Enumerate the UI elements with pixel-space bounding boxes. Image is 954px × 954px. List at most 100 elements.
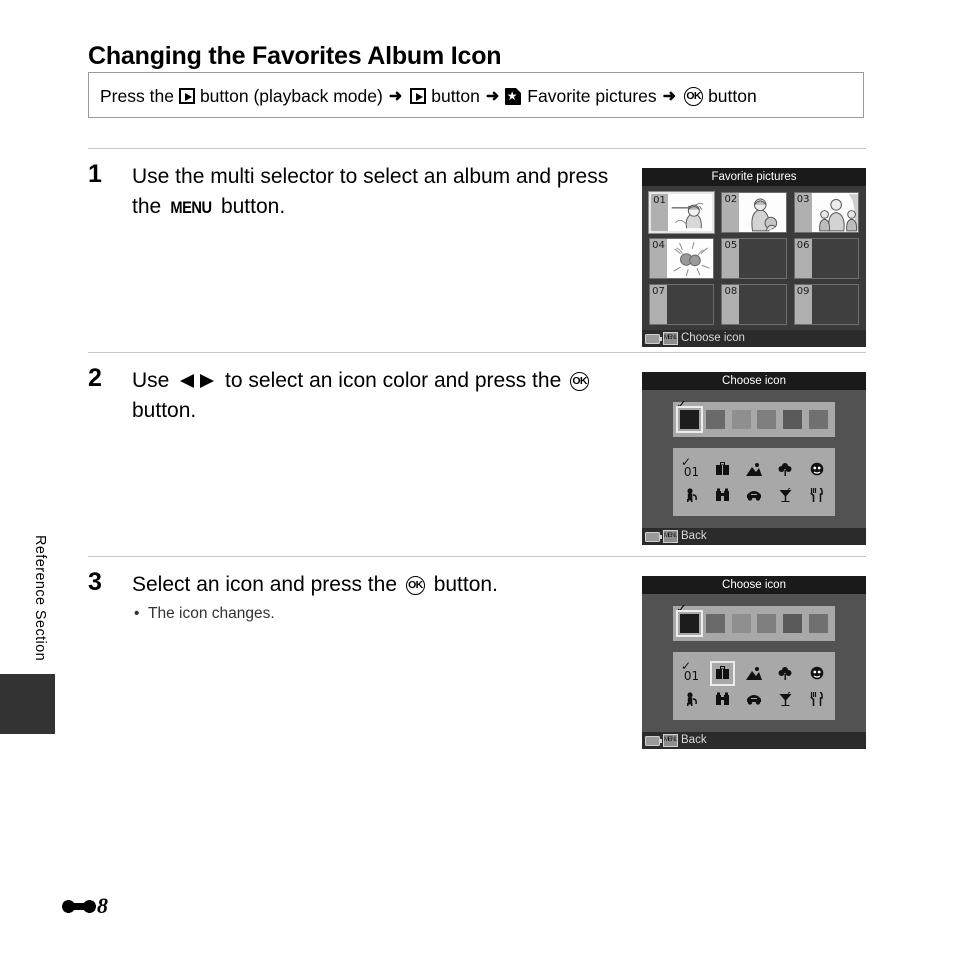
album-thumbnail [668,194,713,231]
face-glyph [810,462,823,476]
color-swatch-light-gray[interactable] [731,614,751,633]
album-number: 03 [794,193,812,232]
album-cell-07[interactable]: 07 [649,284,715,325]
color-swatch-charcoal[interactable] [783,614,803,633]
step-3-number: 3 [88,568,102,596]
step-1-number: 1 [88,160,102,188]
album-thumbnail-empty [739,239,786,278]
album-cell-05[interactable]: 05 [721,238,787,279]
binoculars-glyph [716,488,730,501]
binoculars-icon[interactable] [710,688,735,711]
album-cell-03[interactable]: 03 [793,192,859,233]
menu-badge-icon: MENU [663,734,678,747]
album-cell-08[interactable]: 08 [721,284,787,325]
album-number: 04 [650,239,667,278]
dining-icon[interactable] [804,688,829,711]
album-number-01-icon[interactable]: ✓ 01 [679,660,704,685]
color-swatch-dark-gray[interactable] [705,410,725,429]
menu-badge-icon: MENU [663,332,678,345]
mountain-icon[interactable] [742,458,767,481]
cocktail-icon[interactable] [773,484,798,507]
dining-icon[interactable] [804,484,829,507]
divider-top [88,148,866,149]
album-cell-06[interactable]: 06 [793,238,859,279]
cocktail-glyph [779,488,792,502]
screen-title-choose-icon-2: Choose icon [642,576,866,594]
color-swatch-light-gray[interactable] [731,410,751,429]
footer-action-label: Choose icon [681,332,745,344]
divider-step2-step3 [88,556,866,557]
menu-badge-icon: MENU [663,530,678,543]
screen-choose-icon-step2: Choose icon ✓ ✓ 01 MENU Back [642,372,866,545]
album-number: 07 [650,285,667,324]
pet-icon[interactable] [679,484,704,507]
step-1-text: Use the multi selector to select an albu… [132,162,622,223]
car-icon[interactable] [742,688,767,711]
pet-icon[interactable] [679,688,704,711]
car-icon[interactable] [742,484,767,507]
reference-section-mark-icon [62,898,96,915]
icon-choice-panel-2: ✓ 01 [673,652,835,720]
bullet-dot-icon: • [134,605,140,622]
album-cell-01[interactable]: 01 [647,191,716,234]
color-swatch-slate[interactable] [808,410,828,429]
album-thumbnail-empty [811,285,858,324]
face-icon[interactable] [804,458,829,481]
arrow-right-icon-1: ➜ [388,88,403,105]
screen-favorite-pictures: Favorite pictures 01 02 03 04 05 06 07 0… [642,168,866,347]
battery-icon [645,333,662,344]
album-cell-09[interactable]: 09 [793,284,859,325]
color-swatch-slate[interactable] [808,614,828,633]
cocktail-icon[interactable] [773,688,798,711]
suitcase-icon[interactable] [710,660,736,686]
album-number: 09 [794,285,812,324]
footer-action-label: Back [681,530,707,542]
album-number: 06 [794,239,812,278]
flower-icon[interactable] [773,662,798,685]
binoculars-glyph [716,692,730,705]
face-glyph [810,666,823,680]
step-1-text-after: button. [220,195,286,218]
album-number: 05 [722,239,740,278]
step-2-text-after: button. [132,399,197,422]
album-number: 01 [651,194,668,231]
pet-glyph [686,488,697,502]
album-cell-04[interactable]: 04 [649,238,715,279]
album-row: 01 02 03 [647,191,859,234]
check-icon: ✓ [676,398,687,413]
path-playback-button-label: button (playback mode) [199,85,383,106]
album-thumbnail [739,193,786,232]
color-swatch-mid-gray[interactable] [757,614,777,633]
battery-icon [645,735,662,746]
color-swatch-dark-gray[interactable] [705,614,725,633]
ok-button-icon [684,86,704,106]
icon-glyph: 01 [683,464,700,479]
mountain-glyph [746,462,762,476]
ok-button-icon-step2 [570,372,590,391]
screen-title-favorite-pictures: Favorite pictures [642,168,866,186]
step-3-text-after: button. [433,573,498,596]
color-swatch-charcoal[interactable] [783,410,803,429]
album-number-01-icon[interactable]: ✓ 01 [679,456,704,481]
flower-glyph [778,667,792,680]
screen-footer-favorite-pictures: MENU Choose icon [642,330,866,347]
flower-icon[interactable] [773,458,798,481]
album-thumbnail-empty [667,285,714,324]
mountain-icon[interactable] [742,662,767,685]
face-icon[interactable] [804,662,829,685]
step-2-text-before: Use [132,369,170,392]
car-glyph [747,694,761,705]
color-swatch-black[interactable]: ✓ [676,603,703,637]
step-3-bullet-text: The icon changes. [148,605,275,622]
step-2-text: Use to select an icon color and press th… [132,366,622,426]
color-swatch-black[interactable]: ✓ [676,399,703,433]
album-cell-02[interactable]: 02 [721,192,787,233]
color-swatch-mid-gray[interactable] [757,410,777,429]
screen-footer-choose-icon-step2: MENU Back [642,528,866,545]
screen-footer-choose-icon-step3: MENU Back [642,732,866,749]
album-thumbnail [811,193,858,232]
pet-glyph [686,692,697,706]
binoculars-icon[interactable] [710,484,735,507]
icon-choice-panel: ✓ 01 [673,448,835,516]
suitcase-icon[interactable] [710,458,735,481]
